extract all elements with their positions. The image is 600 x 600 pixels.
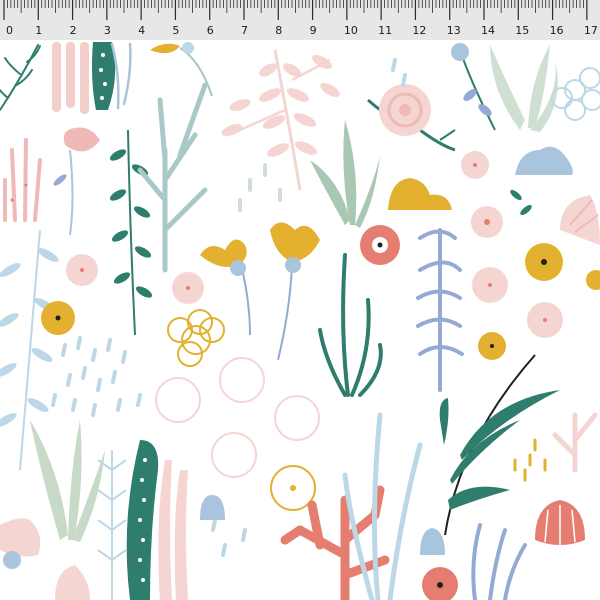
measuring-ruler: 0 1 2 3 4 5 6 7 8 9 10 11 12 13 14 15 16 17 (0, 0, 600, 40)
ruler-label: 11 (378, 24, 392, 37)
floral-sea-pattern (0, 40, 600, 600)
ruler-label: 6 (207, 24, 214, 37)
ruler-label: 16 (550, 24, 564, 37)
ruler-label: 13 (447, 24, 461, 37)
ruler-label: 0 (6, 24, 13, 37)
ruler-label: 14 (481, 24, 495, 37)
fabric-swatch: 0 1 2 3 4 5 6 7 8 9 10 11 12 13 14 15 16 17 (0, 0, 600, 600)
ruler-label: 9 (310, 24, 317, 37)
ruler-label: 5 (172, 24, 179, 37)
ruler-label: 15 (515, 24, 529, 37)
coral-flower (360, 225, 400, 265)
ruler-label: 8 (275, 24, 282, 37)
ruler-label: 1 (35, 24, 42, 37)
ruler-label: 3 (104, 24, 111, 37)
ruler-label: 12 (412, 24, 426, 37)
ruler-label: 10 (344, 24, 358, 37)
ruler-label: 2 (70, 24, 77, 37)
pink-kelp-strips (52, 42, 89, 114)
ruler-label: 4 (138, 24, 145, 37)
ruler-label: 17 (584, 24, 598, 37)
ruler-label: 7 (241, 24, 248, 37)
